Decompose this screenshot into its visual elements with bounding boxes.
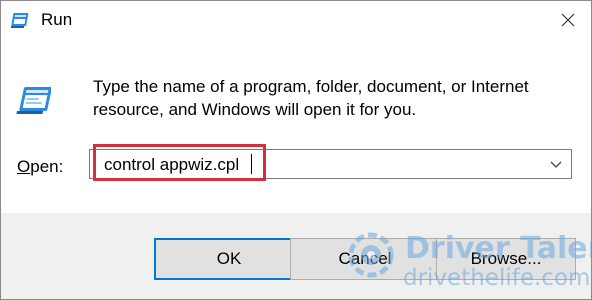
command-input[interactable]: control appwiz.cpl [104, 155, 239, 175]
open-label-rest: pen: [30, 157, 64, 176]
open-label-accesskey: O [17, 157, 31, 176]
dialog-description: Type the name of a program, folder, docu… [93, 77, 529, 119]
close-icon [561, 13, 575, 27]
button-bar: OK Cancel Browse... [1, 213, 591, 299]
cancel-button[interactable]: Cancel [290, 238, 440, 280]
run-app-icon [11, 13, 29, 28]
window-title: Run [41, 10, 73, 29]
chevron-down-icon[interactable] [549, 158, 563, 172]
run-dialog-window: Run Type the name of a program, folder, … [0, 0, 592, 300]
ok-button[interactable]: OK [154, 238, 304, 280]
dialog-body: Type the name of a program, folder, docu… [1, 39, 591, 211]
run-dialog-icon [16, 87, 51, 114]
command-combobox[interactable]: control appwiz.cpl [89, 149, 572, 179]
title-bar[interactable]: Run [1, 1, 591, 39]
text-caret [251, 154, 252, 174]
browse-button[interactable]: Browse... [436, 238, 576, 280]
open-label: Open: [17, 157, 63, 177]
close-button[interactable] [545, 1, 591, 39]
